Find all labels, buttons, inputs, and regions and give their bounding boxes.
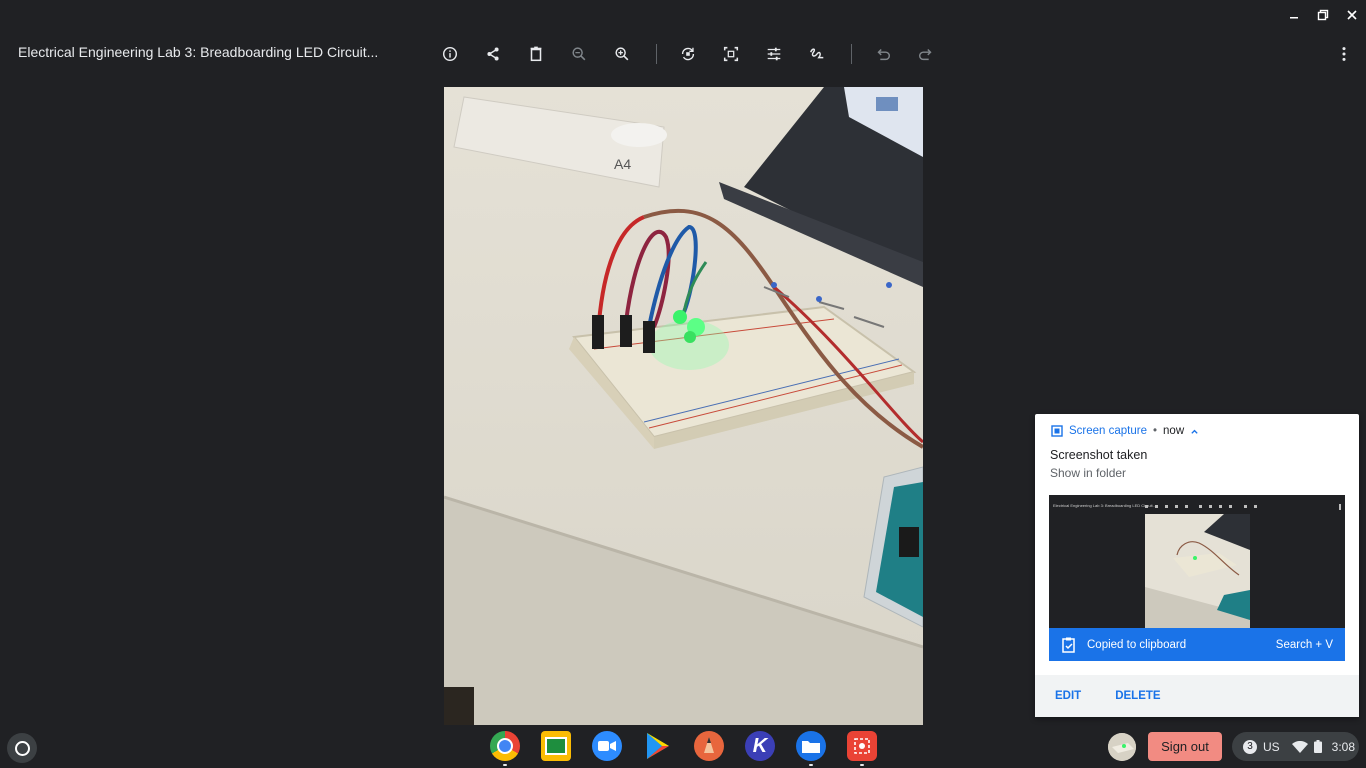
crop-icon[interactable] xyxy=(714,37,748,71)
toolbar-divider xyxy=(851,44,852,64)
screen-capture-icon xyxy=(1051,425,1063,437)
notification-count-badge: 3 xyxy=(1243,739,1257,754)
notification-time: now xyxy=(1163,425,1185,437)
notification-source: Screen capture xyxy=(1069,425,1147,437)
info-icon[interactable] xyxy=(433,37,467,71)
copied-label: Copied to clipboard xyxy=(1087,638,1187,651)
launcher-circle-icon xyxy=(14,740,30,756)
restore-icon[interactable] xyxy=(1308,0,1337,30)
google-classroom-icon[interactable] xyxy=(541,731,571,761)
pencil-app-icon[interactable] xyxy=(694,731,724,761)
clipboard-check-icon xyxy=(1062,637,1075,653)
toolbar-divider xyxy=(656,44,657,64)
sign-out-button[interactable]: Sign out xyxy=(1148,732,1222,761)
delete-button[interactable]: DELETE xyxy=(1115,690,1160,702)
zoom-in-icon[interactable] xyxy=(605,37,639,71)
battery-icon xyxy=(1313,740,1322,753)
paste-shortcut: Search + V xyxy=(1275,638,1333,651)
more-icon[interactable] xyxy=(1327,37,1361,71)
minimize-icon[interactable] xyxy=(1279,0,1308,30)
notification-header[interactable]: Screen capture • now xyxy=(1051,425,1199,437)
redo-icon[interactable] xyxy=(909,37,943,71)
play-store-icon[interactable] xyxy=(643,731,673,761)
chrome-icon[interactable] xyxy=(490,731,520,766)
files-icon[interactable] xyxy=(796,731,826,766)
status-area[interactable]: 3 US 3:08 xyxy=(1232,732,1359,761)
screenshot-thumbnail[interactable]: Electrical Engineering Lab 3: Breadboard… xyxy=(1049,495,1345,628)
notification-title: Screenshot taken xyxy=(1050,448,1148,462)
shelf-apps: K xyxy=(490,731,877,766)
edit-button[interactable]: EDIT xyxy=(1055,690,1081,702)
svg-text:A4: A4 xyxy=(614,156,631,172)
window-title: Electrical Engineering Lab 3: Breadboard… xyxy=(18,44,379,60)
delete-icon[interactable] xyxy=(519,37,553,71)
photo-breadboard-led-circuit: A4 xyxy=(444,87,923,725)
screenshot-notification: Screen capture • now Screenshot taken Sh… xyxy=(1035,414,1359,717)
undo-icon[interactable] xyxy=(866,37,900,71)
notification-separator: • xyxy=(1153,425,1158,437)
screenshot-tray-avatar[interactable] xyxy=(1108,733,1136,761)
k-app-icon[interactable]: K xyxy=(745,731,775,761)
share-icon[interactable] xyxy=(476,37,510,71)
rotate-icon[interactable] xyxy=(671,37,705,71)
clock: 3:08 xyxy=(1331,739,1356,754)
show-in-folder-link[interactable]: Show in folder xyxy=(1050,466,1126,480)
notification-actions: EDIT DELETE xyxy=(1035,675,1359,717)
copied-to-clipboard-bar[interactable]: Copied to clipboard Search + V xyxy=(1049,628,1345,661)
launcher-button[interactable] xyxy=(7,733,37,763)
close-icon[interactable] xyxy=(1337,0,1366,30)
zoom-icon[interactable] xyxy=(592,731,622,761)
keyboard-layout: US xyxy=(1263,739,1280,754)
zoom-out-icon[interactable] xyxy=(562,37,596,71)
wifi-icon xyxy=(1291,740,1308,753)
adjust-icon[interactable] xyxy=(757,37,791,71)
window-controls xyxy=(1279,0,1366,30)
draw-icon[interactable] xyxy=(800,37,834,71)
screencast-icon[interactable] xyxy=(847,731,877,766)
chevron-up-icon[interactable] xyxy=(1190,427,1199,436)
